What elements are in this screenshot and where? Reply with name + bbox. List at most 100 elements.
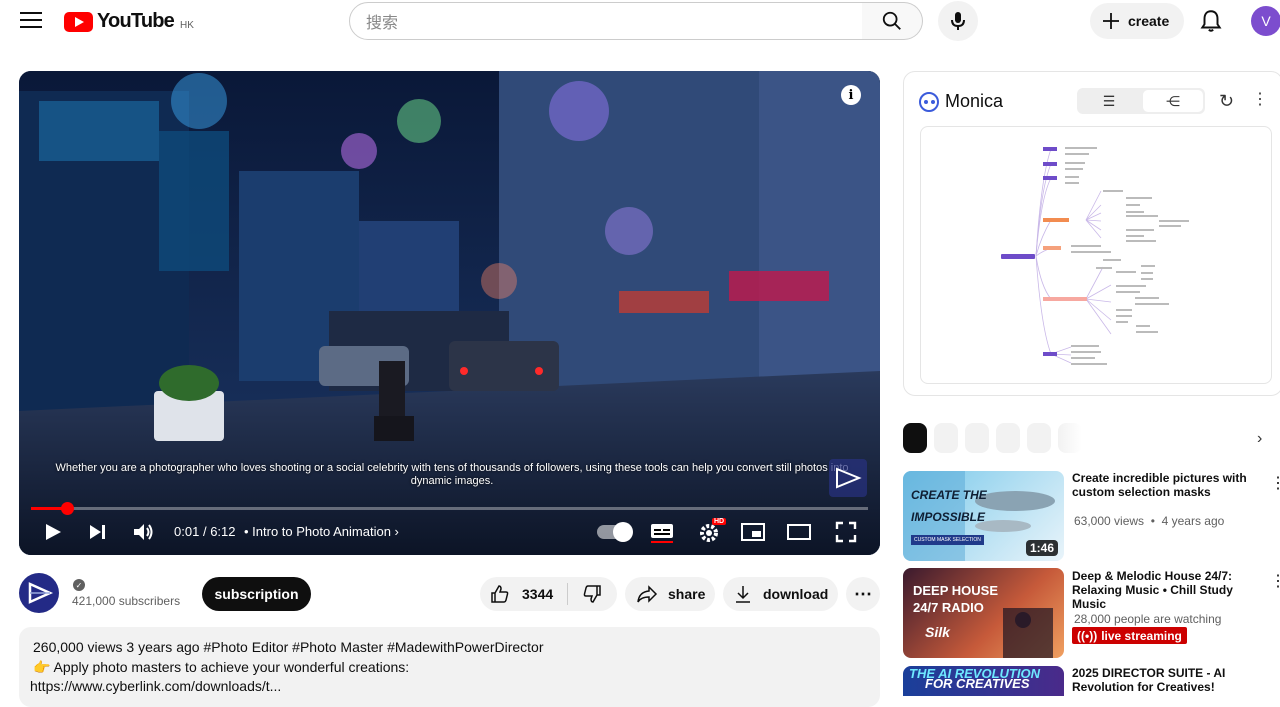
like-button[interactable]: 3344 (480, 583, 568, 605)
progress-track[interactable] (31, 507, 868, 510)
channel-watermark-icon[interactable] (829, 459, 867, 497)
thumb-brand: Silk (925, 624, 950, 640)
subtitles-icon[interactable] (650, 522, 674, 544)
country-code: HK (179, 20, 194, 31)
thumb-text: FOR CREATIVES (925, 676, 1030, 691)
filter-chip[interactable] (1058, 423, 1082, 453)
create-button[interactable]: create (1090, 3, 1184, 39)
microphone-icon (951, 12, 965, 30)
avatar-letter: V (1261, 13, 1271, 29)
subscriber-count: 421,000 subscribers (72, 594, 181, 608)
recommendation-thumbnail[interactable]: THE AI REVOLUTION FOR CREATIVES (903, 666, 1064, 696)
upload-age: 4 years ago (1161, 514, 1225, 528)
more-vertical-icon[interactable]: ⋮ (1270, 571, 1280, 591)
mindmap-graphic (1001, 147, 1189, 365)
total-duration: 6:12 (210, 524, 236, 539)
monica-name: Monica (945, 91, 1004, 111)
recommendation-thumbnail[interactable]: CREATE THE IMPOSSIBLE CUSTOM MASK SELECT… (903, 471, 1064, 561)
channel-avatar[interactable] (19, 573, 59, 613)
more-vertical-icon[interactable]: ⋮ (1252, 89, 1268, 109)
play-icon[interactable] (43, 522, 63, 542)
video-player[interactable]: i Whether you are a photographer who lov… (19, 71, 880, 555)
live-badge: ((•)) live streaming (1072, 627, 1187, 644)
subscribe-button[interactable]: subscription (202, 577, 311, 611)
more-vertical-icon[interactable]: ⋮ (1270, 473, 1280, 493)
share-label: share (668, 586, 706, 602)
video-duration: 1:46 (1025, 540, 1058, 556)
video-caption: Whether you are a photographer who loves… (55, 462, 849, 487)
logo-text: YouTube (97, 10, 175, 32)
description-line: 👉 Apply photo masters to achieve your wo… (33, 658, 410, 675)
chapter-button[interactable]: • Intro to Photo Animation › (244, 524, 399, 539)
recommendation-meta: 63,000 views • 4 years ago (1074, 514, 1225, 528)
theater-mode-icon[interactable] (787, 523, 811, 541)
create-label: create (1128, 13, 1170, 29)
list-view-icon[interactable]: ☰ (1079, 90, 1139, 112)
progress-scrubber[interactable] (61, 502, 74, 515)
like-dislike-group: 3344 (480, 577, 617, 611)
live-viewers: 28,000 people are watching (1074, 612, 1222, 626)
filter-chip[interactable] (1027, 423, 1051, 453)
dislike-button[interactable] (568, 584, 616, 604)
recommendation-title[interactable]: 2025 DIRECTOR SUITE - AI Revolution for … (1072, 666, 1262, 694)
youtube-play-icon (64, 11, 93, 32)
refresh-icon[interactable]: ↻ (1219, 91, 1234, 112)
hd-badge: HD (712, 518, 727, 525)
voice-search-button[interactable] (938, 1, 978, 41)
info-icon[interactable]: i (841, 85, 861, 105)
verified-check-icon: ✓ (73, 579, 85, 591)
thumb-text: DEEP HOUSE (913, 583, 999, 598)
download-button[interactable]: download (723, 577, 838, 611)
filter-chip[interactable] (965, 423, 989, 453)
live-label: live streaming (1101, 628, 1182, 643)
filter-chip[interactable] (934, 423, 958, 453)
thumb-text: CREATE THE (911, 488, 987, 502)
time-separator: / (202, 524, 207, 539)
recommendation-title[interactable]: Create incredible pictures with custom s… (1072, 471, 1262, 499)
search-input[interactable]: 搜索 (349, 2, 863, 40)
chapter-title: Intro to Photo Animation (252, 524, 391, 539)
more-actions-icon[interactable]: ⋯ (846, 577, 880, 611)
monica-face-icon (919, 91, 939, 112)
autoplay-toggle[interactable] (597, 522, 633, 542)
search-icon (882, 11, 901, 30)
thumbs-up-icon (491, 585, 509, 603)
description-link[interactable]: https://www.cyberlink.com/downloads/t... (30, 677, 866, 697)
monica-panel: Monica ☰ ⋲ ↻ ⋮ (903, 71, 1280, 396)
thumb-tag: CUSTOM MASK SELECTION (911, 535, 984, 545)
search-placeholder: 搜索 (366, 15, 399, 32)
view-toggle: ☰ ⋲ (1077, 88, 1205, 114)
miniplayer-icon[interactable] (741, 522, 765, 542)
notifications-bell-icon[interactable] (1198, 8, 1224, 34)
filter-chip[interactable] (903, 423, 927, 453)
thumbs-down-icon (583, 585, 601, 603)
thumb-text: IMPOSSIBLE (911, 510, 986, 524)
menu-icon[interactable] (20, 12, 42, 30)
fullscreen-icon[interactable] (835, 521, 857, 543)
share-button[interactable]: share (625, 577, 715, 611)
time-display: 0:01 / 6:12 (174, 524, 236, 539)
filter-chip[interactable] (996, 423, 1020, 453)
live-broadcast-icon: ((•)) (1077, 628, 1098, 643)
view-count: 63,000 views (1074, 514, 1145, 528)
next-icon[interactable] (88, 523, 108, 541)
volume-icon[interactable] (132, 522, 154, 542)
plus-icon (1103, 13, 1119, 29)
like-count: 3344 (522, 586, 554, 602)
video-description[interactable]: 260,000 views 3 years ago #Photo Editor … (19, 627, 880, 707)
settings-gear-icon[interactable] (698, 522, 720, 544)
recommendation-title[interactable]: Deep & Melodic House 24/7: Relaxing Musi… (1072, 569, 1262, 611)
current-time: 0:01 (174, 524, 200, 539)
monica-logo: Monica (919, 91, 1003, 112)
search-button[interactable] (862, 2, 923, 40)
recommendation-thumbnail[interactable]: DEEP HOUSE 24/7 RADIO Silk (903, 568, 1064, 658)
chevron-right-icon[interactable]: › (1257, 430, 1262, 448)
user-avatar[interactable]: V (1251, 6, 1280, 36)
youtube-logo[interactable]: YouTube HK (64, 10, 194, 33)
download-label: download (763, 586, 829, 602)
mindmap-view-icon[interactable]: ⋲ (1143, 90, 1203, 112)
thumb-text: 24/7 RADIO (913, 600, 984, 615)
description-line: 260,000 views 3 years ago #Photo Editor … (33, 639, 544, 655)
download-icon (736, 586, 750, 603)
mindmap-preview[interactable] (920, 126, 1272, 384)
